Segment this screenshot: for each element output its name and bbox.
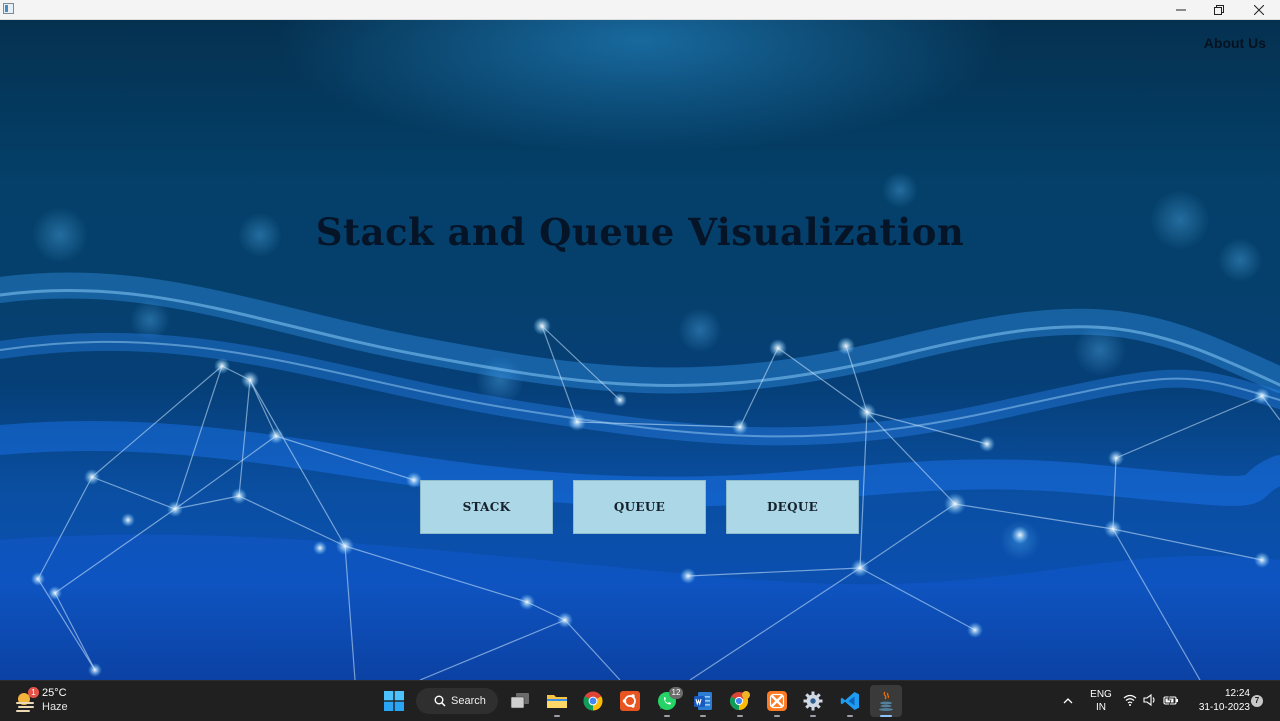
close-button[interactable]	[1240, 0, 1278, 19]
running-indicator	[664, 715, 670, 717]
minimize-icon	[1176, 9, 1186, 10]
close-icon	[1254, 4, 1264, 15]
restore-icon	[1214, 4, 1224, 15]
wifi-icon	[1123, 694, 1137, 706]
whatsapp-unread-badge: 12	[669, 687, 683, 699]
task-view-button[interactable]	[504, 685, 536, 717]
word-button[interactable]	[687, 685, 719, 717]
file-explorer-icon	[547, 695, 567, 708]
word-icon	[694, 692, 712, 710]
vscode-button[interactable]	[834, 685, 866, 717]
language-code: ENG	[1090, 689, 1112, 700]
weather-condition: Haze	[42, 701, 68, 713]
running-indicator	[554, 715, 560, 717]
chrome-icon	[583, 691, 603, 711]
chrome-profile-icon	[729, 691, 750, 710]
app-window-icon	[3, 3, 14, 14]
whatsapp-button[interactable]: 12	[651, 685, 683, 717]
java-app-button[interactable]	[870, 685, 902, 717]
taskbar-clock[interactable]: 12:24 31-10-2023	[1186, 687, 1250, 715]
running-indicator	[847, 715, 853, 717]
search-icon	[434, 695, 446, 707]
settings-icon	[803, 691, 823, 711]
windows-start-icon	[384, 691, 404, 711]
ubuntu-button[interactable]	[614, 685, 646, 717]
taskbar-search[interactable]: Search	[416, 688, 498, 714]
file-explorer-button[interactable]	[541, 685, 573, 717]
clock-time: 12:24	[1224, 688, 1250, 699]
battery-icon	[1163, 693, 1178, 707]
ubuntu-icon	[620, 691, 640, 711]
notification-badge[interactable]: 7	[1251, 695, 1263, 707]
active-indicator	[880, 715, 892, 717]
queue-button[interactable]: QUEUE	[573, 480, 706, 534]
task-view-icon	[510, 693, 529, 709]
weather-widget[interactable]: 1 25°C Haze	[14, 687, 84, 715]
clock-date: 31-10-2023	[1198, 702, 1250, 713]
page-title: Stack and Queue Visualization	[315, 210, 965, 254]
chrome-button[interactable]	[577, 685, 609, 717]
input-language[interactable]: ENG IN	[1088, 688, 1114, 714]
window-titlebar	[0, 0, 1280, 20]
about-us-link[interactable]: About Us	[1204, 35, 1266, 51]
deque-button[interactable]: DEQUE	[726, 480, 859, 534]
stack-button[interactable]: STACK	[420, 480, 553, 534]
start-button[interactable]	[378, 685, 410, 717]
xampp-button[interactable]	[761, 685, 793, 717]
settings-button[interactable]	[797, 685, 829, 717]
light-waves	[0, 272, 1280, 507]
windows-taskbar: 1 25°C Haze Search 12 ENG IN 12:24 31-10…	[0, 680, 1280, 721]
running-indicator	[737, 715, 743, 717]
chevron-up-icon[interactable]	[1060, 693, 1076, 709]
weather-alert-badge: 1	[28, 687, 39, 698]
java-icon	[879, 691, 893, 711]
running-indicator	[774, 715, 780, 717]
running-indicator	[810, 715, 816, 717]
vscode-icon	[840, 692, 859, 710]
system-tray-icons[interactable]	[1123, 693, 1179, 709]
chrome-profile-button[interactable]	[724, 685, 756, 717]
data-structure-buttons: STACK QUEUE DEQUE	[420, 480, 860, 534]
weather-temperature: 25°C	[42, 687, 67, 699]
restore-button[interactable]	[1200, 0, 1238, 19]
region-code: IN	[1096, 702, 1106, 713]
minimize-button[interactable]	[1162, 0, 1200, 19]
network-background-image	[0, 172, 1280, 680]
volume-icon	[1143, 693, 1155, 707]
running-indicator	[700, 715, 706, 717]
xampp-icon	[767, 691, 787, 711]
search-label: Search	[451, 695, 486, 707]
app-canvas: About Us Stack and Queue Visualization S…	[0, 20, 1280, 680]
